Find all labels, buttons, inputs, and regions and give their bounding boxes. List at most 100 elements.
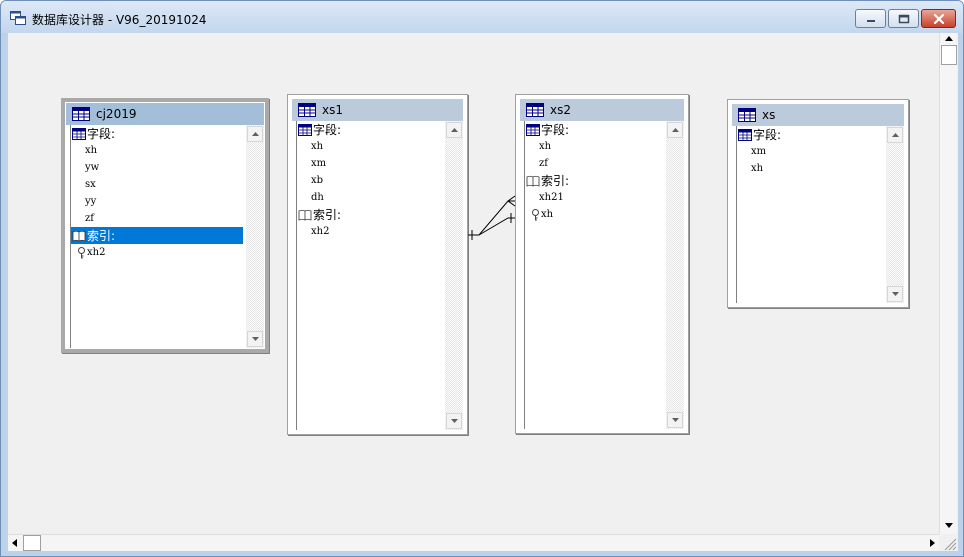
table-xs1[interactable]: xs1 字段: xh xm xb dh 索引: xh2	[287, 94, 468, 435]
list-scrollbar[interactable]	[886, 126, 904, 303]
fields-label: 字段:	[753, 128, 782, 142]
index-name: xh	[541, 209, 554, 220]
arrow-up-icon	[891, 133, 899, 137]
arrow-down-icon	[450, 419, 458, 423]
field-item[interactable]: xm	[737, 143, 886, 160]
index-item[interactable]: xh	[525, 206, 666, 223]
scroll-up-button[interactable]	[667, 122, 683, 138]
maximize-button[interactable]	[888, 9, 919, 28]
close-button[interactable]	[921, 9, 956, 28]
canvas-vertical-scrollbar[interactable]	[939, 33, 957, 534]
table-name: xs	[762, 108, 776, 122]
vertical-scroll-thumb[interactable]	[941, 45, 957, 65]
fields-label: 字段:	[541, 123, 570, 137]
scroll-down-button[interactable]	[887, 286, 903, 302]
field-item[interactable]: zf	[525, 155, 666, 172]
close-icon	[933, 13, 944, 24]
table-header[interactable]: xs1	[292, 99, 463, 121]
fields-section[interactable]: 字段:	[297, 121, 445, 138]
indexes-section[interactable]: 索引:	[71, 227, 243, 244]
minimize-icon	[866, 19, 875, 22]
list-scrollbar[interactable]	[246, 125, 264, 348]
title-bar[interactable]: 数据库设计器 - V96_20191024	[1, 1, 963, 33]
table-header[interactable]: cj2019	[66, 103, 264, 125]
key-icon	[532, 208, 539, 220]
designer-canvas[interactable]: cj2019 字段: xh yw sx yy zf 索引: xh2 xs1 字段…	[8, 33, 958, 551]
table-list[interactable]: 字段: xh zf 索引: xh21 xh	[524, 121, 666, 429]
table-icon	[738, 108, 756, 122]
table-cj2019[interactable]: cj2019 字段: xh yw sx yy zf 索引: xh2	[61, 98, 269, 353]
fields-label: 字段:	[87, 127, 116, 141]
field-item[interactable]: xh	[71, 142, 243, 159]
fields-section[interactable]: 字段:	[71, 125, 243, 142]
field-item[interactable]: xh	[297, 138, 445, 155]
scroll-up-button[interactable]	[887, 127, 903, 143]
arrow-up-icon	[450, 128, 458, 132]
scrollbar-corner	[939, 534, 957, 551]
index-item[interactable]: xh21	[525, 189, 666, 206]
fields-icon	[298, 123, 312, 136]
table-name: cj2019	[96, 107, 137, 121]
indexes-label: 索引:	[541, 174, 570, 188]
fields-section[interactable]: 字段:	[737, 126, 886, 143]
arrow-left-icon[interactable]	[12, 539, 17, 547]
field-item[interactable]: zf	[71, 210, 243, 227]
list-scrollbar[interactable]	[445, 121, 463, 430]
arrow-down-icon	[671, 418, 679, 422]
field-item[interactable]: yw	[71, 159, 243, 176]
arrow-up-icon[interactable]	[945, 36, 953, 41]
indexes-label: 索引:	[313, 208, 342, 222]
horizontal-scroll-thumb[interactable]	[23, 535, 41, 551]
scroll-up-button[interactable]	[247, 126, 263, 142]
canvas-horizontal-scrollbar[interactable]	[8, 534, 939, 551]
indexes-book-icon	[526, 175, 540, 187]
fields-icon	[72, 127, 86, 140]
field-item[interactable]: dh	[297, 189, 445, 206]
table-list[interactable]: 字段: xh xm xb dh 索引: xh2	[296, 121, 445, 430]
maximize-icon	[898, 14, 909, 23]
minimize-button[interactable]	[855, 9, 886, 28]
arrow-down-icon	[251, 337, 259, 341]
arrow-down-icon[interactable]	[945, 523, 953, 528]
indexes-section[interactable]: 索引:	[297, 206, 445, 223]
fields-section[interactable]: 字段:	[525, 121, 666, 138]
arrow-up-icon	[251, 132, 259, 136]
field-item[interactable]: xh	[525, 138, 666, 155]
table-icon	[298, 103, 316, 117]
scroll-down-button[interactable]	[667, 412, 683, 428]
index-item[interactable]: xh2	[297, 223, 445, 240]
table-list[interactable]: 字段: xm xh	[736, 126, 886, 303]
table-list[interactable]: 字段: xh yw sx yy zf 索引: xh2	[70, 125, 243, 348]
fields-label: 字段:	[313, 123, 342, 137]
key-icon	[78, 246, 85, 258]
table-name: xs1	[322, 103, 343, 117]
table-icon	[526, 103, 544, 117]
indexes-book-icon	[298, 209, 312, 221]
field-item[interactable]: sx	[71, 176, 243, 193]
resize-grip-icon[interactable]	[939, 534, 957, 551]
scroll-up-button[interactable]	[446, 122, 462, 138]
index-name: xh2	[87, 247, 106, 258]
field-item[interactable]: yy	[71, 193, 243, 210]
scroll-down-button[interactable]	[247, 331, 263, 347]
index-item[interactable]: xh2	[71, 244, 243, 261]
list-scrollbar[interactable]	[666, 121, 684, 429]
fields-icon	[526, 123, 540, 136]
field-item[interactable]: xb	[297, 172, 445, 189]
table-icon	[72, 107, 90, 121]
table-name: xs2	[550, 103, 571, 117]
arrow-right-icon[interactable]	[930, 539, 935, 547]
table-xs[interactable]: xs 字段: xm xh	[727, 99, 909, 308]
field-item[interactable]: xh	[737, 160, 886, 177]
indexes-label: 索引:	[87, 229, 116, 243]
window-title: 数据库设计器 - V96_20191024	[32, 13, 207, 27]
field-item[interactable]: xm	[297, 155, 445, 172]
table-xs2[interactable]: xs2 字段: xh zf 索引: xh21 xh	[515, 94, 689, 434]
scroll-down-button[interactable]	[446, 413, 462, 429]
fields-icon	[738, 128, 752, 141]
table-header[interactable]: xs	[732, 104, 904, 126]
arrow-down-icon	[891, 292, 899, 296]
indexes-section[interactable]: 索引:	[525, 172, 666, 189]
arrow-up-icon	[671, 128, 679, 132]
table-header[interactable]: xs2	[520, 99, 684, 121]
